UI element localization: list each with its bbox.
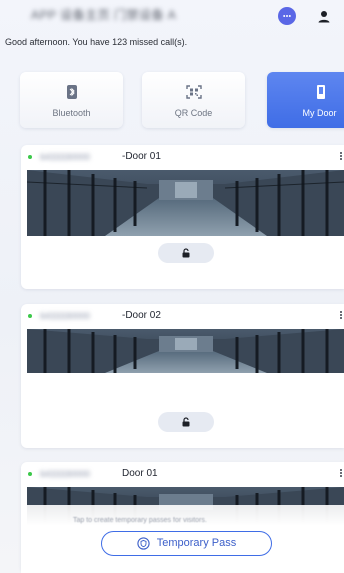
temporary-pass-button[interactable]: Temporary Pass: [101, 531, 272, 556]
more-vertical-icon[interactable]: [338, 151, 344, 163]
door-icon: [317, 85, 325, 99]
temporary-pass-hint: Tap to create temporary passes for visit…: [73, 517, 207, 524]
temporary-pass-label: Temporary Pass: [156, 537, 237, 549]
door-name: Door 01: [122, 468, 158, 479]
door-card: 6433330000 -Door 01: [21, 145, 344, 289]
door-name: -Door 02: [122, 310, 161, 321]
more-vertical-icon[interactable]: [338, 468, 344, 480]
unlock-icon: [182, 417, 190, 427]
door-serial: 6433330000: [40, 152, 91, 162]
person-icon: [318, 11, 330, 23]
door-card-header: 6433330000 -Door 01: [21, 145, 344, 169]
door-card-header: 6433330000 Door 01: [21, 462, 344, 486]
door-camera-preview[interactable]: [27, 329, 344, 373]
tab-my-door-label: My Door: [302, 108, 337, 118]
app-header: APP 设备主页 门禁设备 A Good afternoon. You have…: [0, 0, 344, 60]
access-tabs: Bluetooth QR Code My Door: [20, 72, 344, 130]
temporary-pass-panel: Tap to create temporary passes for visit…: [21, 505, 344, 573]
tab-bluetooth-label: Bluetooth: [52, 108, 91, 118]
unlock-icon: [182, 248, 190, 258]
tab-qr-code[interactable]: QR Code: [142, 72, 245, 128]
tab-qr-code-label: QR Code: [174, 108, 213, 118]
device-title: APP 设备主页 门禁设备 A: [31, 8, 177, 22]
online-status-dot: [28, 314, 32, 318]
bluetooth-icon: [66, 85, 77, 99]
profile-button[interactable]: [315, 8, 333, 26]
qr-code-icon: [185, 85, 202, 99]
door-name: -Door 01: [122, 151, 161, 162]
tab-bluetooth[interactable]: Bluetooth: [20, 72, 123, 128]
online-status-dot: [28, 472, 32, 476]
door-card-header: 6433330000 -Door 02: [21, 304, 344, 328]
chat-bubble-icon: [283, 15, 291, 17]
chat-button[interactable]: [278, 7, 296, 25]
door-camera-preview[interactable]: [27, 170, 344, 236]
door-serial: 6433330000: [40, 469, 91, 479]
greeting-message: Good afternoon. You have 123 missed call…: [5, 37, 188, 47]
app-screen: APP 设备主页 门禁设备 A Good afternoon. You have…: [0, 0, 344, 573]
tab-my-door[interactable]: My Door: [267, 72, 344, 128]
online-status-dot: [28, 155, 32, 159]
door-card: 6433330000 -Door 02: [21, 304, 344, 448]
unlock-button[interactable]: [158, 243, 214, 263]
door-serial: 6433330000: [40, 311, 91, 321]
shield-pass-icon: [137, 537, 150, 550]
more-vertical-icon[interactable]: [338, 310, 344, 322]
unlock-button[interactable]: [158, 412, 214, 432]
